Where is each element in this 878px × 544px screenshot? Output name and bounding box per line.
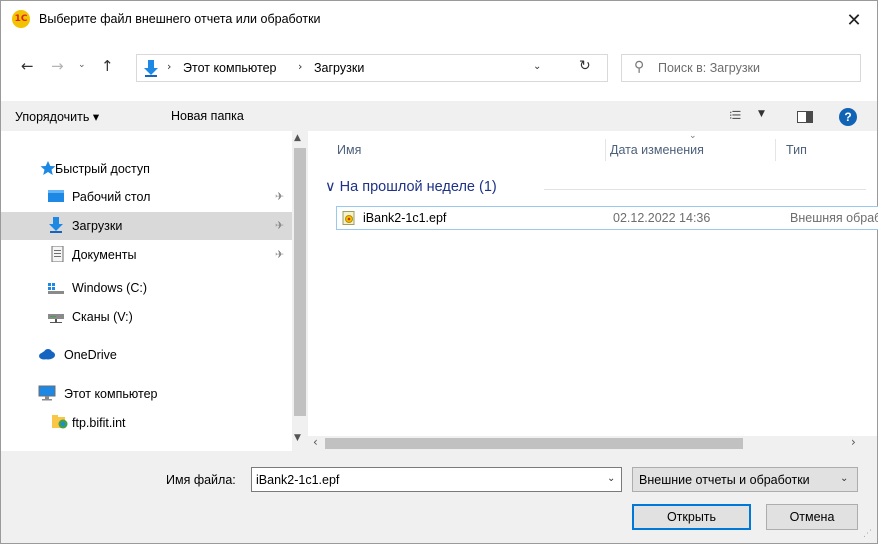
sort-indicator-icon: ⌄	[689, 131, 697, 141]
pin-icon[interactable]: ✈	[275, 219, 284, 232]
cloud-icon	[39, 349, 55, 360]
column-header-type[interactable]: Тип	[786, 143, 807, 157]
desktop-folder-icon	[48, 190, 64, 202]
network-drive-icon	[48, 314, 64, 323]
sidebar-item-label: Загрузки	[72, 219, 123, 233]
organize-button[interactable]: Упорядочить ▾	[15, 109, 99, 124]
group-divider	[544, 189, 866, 190]
up-arrow-icon[interactable]: ↑	[101, 57, 114, 75]
change-view-icon[interactable]: ⁝☰	[729, 109, 741, 122]
navigation-vertical-scrollbar[interactable]: ▲ ▼	[292, 131, 308, 451]
navigation-pane: Быстрый доступ Рабочий стол ✈ Загрузки ✈…	[1, 131, 308, 451]
resize-grip-icon[interactable]: ⋰	[863, 529, 872, 539]
search-input[interactable]	[658, 60, 853, 76]
file-type: Внешняя обработка 1С	[790, 211, 878, 225]
group-collapse-chevron-icon[interactable]: ∨	[325, 179, 336, 195]
column-header-date-modified[interactable]: Дата изменения	[610, 143, 704, 157]
scroll-up-icon[interactable]: ▲	[294, 133, 301, 143]
sidebar-item-label: Этот компьютер	[64, 387, 158, 401]
pin-icon[interactable]: ✈	[275, 248, 284, 261]
file-type-filter-value: Внешние отчеты и обработки	[639, 473, 810, 487]
sidebar-item-label: Рабочий стол	[72, 190, 151, 204]
change-view-dropdown-icon[interactable]: ▼	[758, 109, 765, 119]
file-date-modified: 02.12.2022 14:36	[613, 211, 711, 225]
column-divider[interactable]	[775, 139, 776, 161]
sidebar-item-label: Документы	[72, 248, 137, 262]
download-arrow-icon	[144, 60, 158, 77]
filename-label: Имя файла:	[166, 473, 236, 487]
pin-icon[interactable]: ✈	[275, 190, 284, 203]
group-header-last-week[interactable]: ∨ На прошлой неделе (1)	[325, 179, 497, 195]
address-bar[interactable]: › Этот компьютер › Загрузки ⌄ ↻	[136, 54, 608, 82]
group-header-label: На прошлой неделе (1)	[339, 179, 497, 195]
forward-arrow-icon[interactable]: →	[51, 57, 64, 75]
filename-dropdown-chevron-icon[interactable]: ⌄	[607, 473, 615, 484]
file-list: ⌄ Имя Дата изменения Тип ∨ На прошлой не…	[308, 131, 878, 436]
sidebar-item-label: OneDrive	[64, 348, 117, 362]
epf-file-icon	[342, 211, 355, 225]
sidebar-item-scans-drive[interactable]: Сканы (V:)	[1, 303, 293, 331]
sidebar-item-downloads[interactable]: Загрузки ✈	[1, 212, 293, 240]
scroll-left-icon[interactable]: ‹	[313, 435, 318, 449]
column-header-name[interactable]: Имя	[337, 143, 361, 157]
file-name: iBank2-1c1.epf	[363, 211, 447, 225]
sidebar-item-ftp[interactable]: ftp.bifit.int	[1, 409, 293, 437]
computer-icon	[38, 385, 56, 401]
title-bar[interactable]: 1С Выберите файл внешнего отчета или обр…	[1, 1, 877, 39]
dialog-footer: Имя файла: ⌄ Внешние отчеты и обработки …	[1, 451, 877, 543]
sidebar-item-this-pc[interactable]: Этот компьютер	[1, 380, 293, 408]
scroll-down-icon[interactable]: ▼	[294, 433, 301, 443]
sidebar-item-quick-access[interactable]: Быстрый доступ	[1, 155, 293, 183]
breadcrumb-separator-icon: ›	[167, 60, 172, 73]
file-type-filter-select[interactable]: Внешние отчеты и обработки ⌄	[632, 467, 858, 492]
sidebar-item-onedrive[interactable]: OneDrive	[1, 341, 293, 369]
sidebar-item-label: Сканы (V:)	[72, 310, 133, 324]
app-1c-icon: 1С	[12, 10, 30, 28]
sidebar-item-windows-drive[interactable]: Windows (C:)	[1, 274, 293, 302]
file-list-horizontal-scrollbar[interactable]: ‹ ›	[308, 435, 877, 451]
filename-input[interactable]	[256, 472, 586, 488]
address-dropdown-chevron-icon[interactable]: ⌄	[533, 61, 541, 72]
search-box[interactable]: ⚲	[621, 54, 861, 82]
sidebar-item-label: ftp.bifit.int	[72, 416, 126, 430]
breadcrumb-separator-icon: ›	[298, 60, 303, 73]
sidebar-item-documents[interactable]: Документы ✈	[1, 241, 293, 269]
help-icon[interactable]: ?	[839, 108, 857, 126]
address-row: ← → ⌄ ↑ › Этот компьютер › Загрузки ⌄ ↻ …	[1, 39, 877, 91]
table-row[interactable]: iBank2-1c1.epf 02.12.2022 14:36 Внешняя …	[336, 206, 878, 230]
search-icon: ⚲	[634, 59, 645, 75]
ftp-folder-icon	[52, 415, 68, 429]
refresh-icon[interactable]: ↻	[579, 58, 591, 74]
cancel-button[interactable]: Отмена	[766, 504, 858, 530]
command-toolbar: Упорядочить ▾ Новая папка ⁝☰ ▼ ?	[1, 101, 877, 131]
preview-pane-icon[interactable]	[797, 111, 813, 123]
recent-locations-chevron-icon[interactable]: ⌄	[78, 60, 86, 70]
window-title: Выберите файл внешнего отчета или обрабо…	[39, 12, 321, 26]
sidebar-item-desktop[interactable]: Рабочий стол ✈	[1, 183, 293, 211]
file-open-dialog: 1С Выберите файл внешнего отчета или обр…	[0, 0, 878, 544]
windows-drive-icon	[48, 283, 64, 294]
document-icon	[51, 246, 64, 262]
sidebar-item-label: Windows (C:)	[72, 281, 148, 295]
close-button[interactable]: ✕	[831, 1, 877, 39]
new-folder-button[interactable]: Новая папка	[171, 109, 244, 123]
scroll-thumb[interactable]	[325, 438, 743, 449]
scroll-right-icon[interactable]: ›	[851, 435, 856, 449]
open-button[interactable]: Открыть	[632, 504, 751, 530]
file-type-dropdown-chevron-icon[interactable]: ⌄	[840, 473, 848, 484]
sidebar-item-label: Быстрый доступ	[55, 162, 150, 176]
app-icon-text: 1С	[14, 14, 28, 24]
back-arrow-icon[interactable]: ←	[21, 57, 34, 75]
breadcrumb-this-pc[interactable]: Этот компьютер	[183, 61, 276, 75]
column-divider[interactable]	[605, 139, 606, 161]
download-arrow-icon	[49, 217, 63, 233]
scroll-thumb[interactable]	[294, 148, 306, 416]
filename-combobox[interactable]: ⌄	[251, 467, 622, 492]
breadcrumb-downloads[interactable]: Загрузки	[314, 61, 364, 75]
